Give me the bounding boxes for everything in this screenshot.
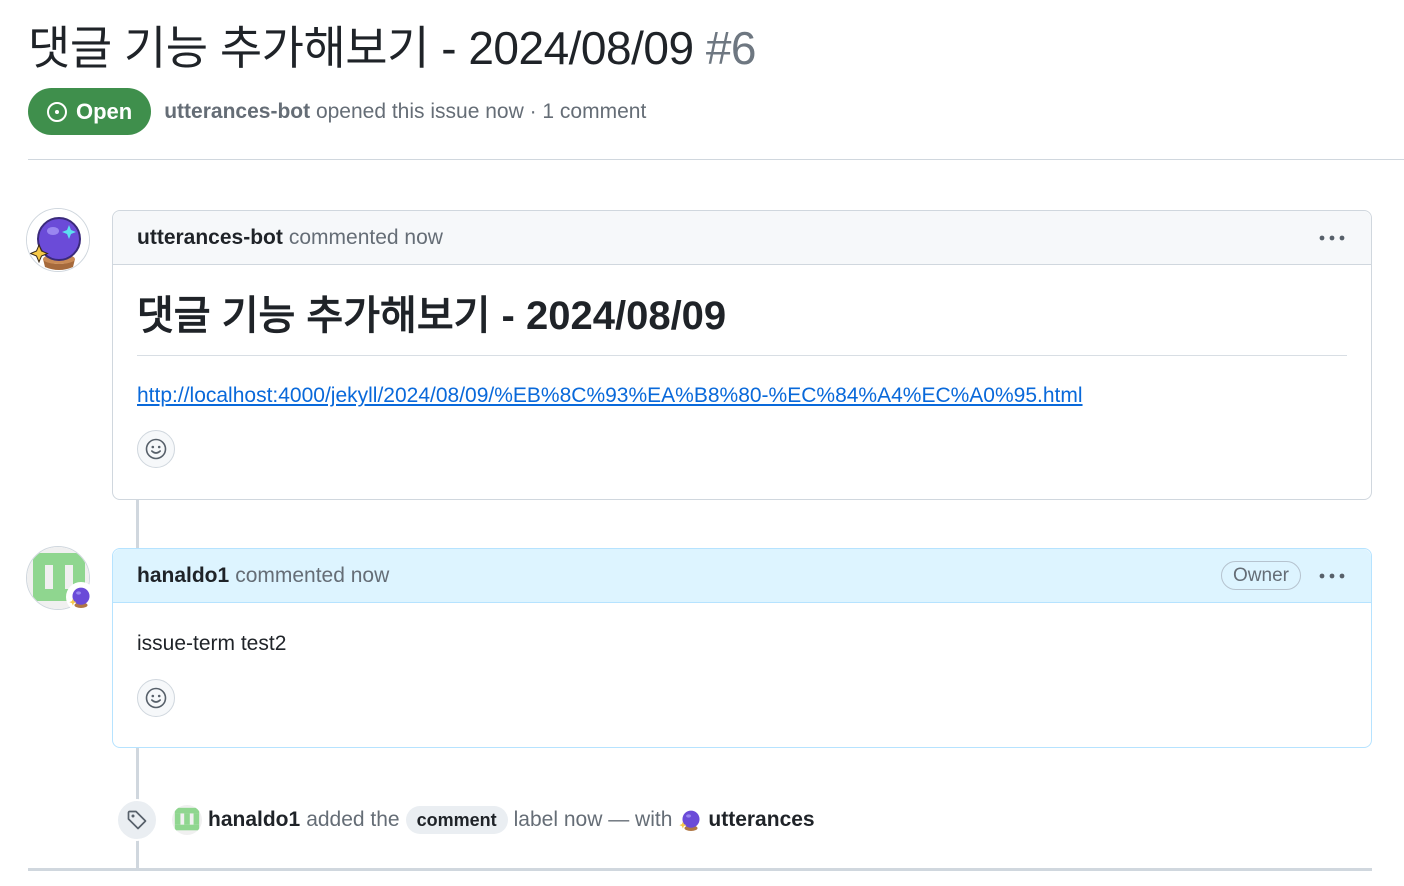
tag-icon-badge [116, 799, 158, 841]
comment-action: commented now [288, 225, 443, 249]
issue-meta-suffix: opened this issue now · 1 comment [315, 99, 647, 123]
event-added-text: added the [306, 808, 400, 831]
comment-text: issue-term test2 [137, 632, 287, 655]
bottom-divider [28, 868, 1372, 871]
label-event: hanaldo1 added the comment label now — w… [116, 799, 815, 841]
issue-title-text: 댓글 기능 추가해보기 - 2024/08/09 [28, 22, 694, 74]
issue-meta: Open utterances-bot opened this issue no… [28, 88, 646, 135]
kebab-menu-button[interactable] [1317, 566, 1347, 586]
post-url-link[interactable]: http://localhost:4000/jekyll/2024/08/09/… [137, 384, 1083, 408]
kebab-horizontal-icon [1319, 573, 1345, 578]
kebab-horizontal-icon [1319, 235, 1345, 240]
comment-body: issue-term test2 [113, 631, 1371, 717]
timeline-connector [136, 748, 139, 800]
hanaldo1-small-avatar[interactable] [172, 805, 202, 835]
utterances-bot-avatar[interactable] [26, 208, 90, 272]
comment-header: utterances-bot commented now [113, 211, 1371, 265]
comment-author-link[interactable]: utterances-bot [137, 226, 283, 250]
smiley-icon [145, 687, 167, 709]
event-actor-link[interactable]: hanaldo1 [208, 808, 300, 832]
issue-page: 댓글 기능 추가해보기 - 2024/08/09 #6 Open utteran… [0, 0, 1404, 886]
crystal-ball-icon [27, 209, 89, 271]
event-suffix-text: label now — with [513, 808, 673, 831]
issue-number: #6 [705, 22, 757, 74]
crystal-ball-icon [678, 807, 705, 833]
issue-title: 댓글 기능 추가해보기 - 2024/08/09 #6 [28, 18, 757, 78]
owner-badge: Owner [1221, 561, 1301, 590]
issue-author-link[interactable]: utterances-bot [164, 100, 310, 123]
comment-card: hanaldo1 commented now Owner issue-term … [112, 548, 1372, 748]
state-label: Open [76, 98, 133, 124]
tag-icon [127, 810, 147, 830]
crystal-ball-icon [68, 584, 94, 610]
add-reaction-button[interactable] [137, 679, 175, 717]
open-state-badge: Open [28, 88, 152, 135]
issue-opened-icon [47, 101, 67, 122]
utterances-app-badge [66, 582, 96, 612]
comment-header: hanaldo1 commented now Owner [113, 549, 1371, 603]
smiley-icon [145, 438, 167, 460]
comment-heading: 댓글 기능 추가해보기 - 2024/08/09 [137, 291, 1347, 356]
comment-action: commented now [235, 563, 390, 587]
kebab-menu-button[interactable] [1317, 228, 1347, 248]
timeline-connector [136, 840, 139, 868]
comment-body: 댓글 기능 추가해보기 - 2024/08/09 http://localhos… [113, 291, 1371, 468]
issue-meta-text: utterances-bot opened this issue now · 1… [164, 100, 646, 124]
comment-author-link[interactable]: hanaldo1 [137, 564, 229, 588]
add-reaction-button[interactable] [137, 430, 175, 468]
identicon-green [172, 805, 202, 835]
utterances-app-link[interactable]: utterances [708, 808, 814, 832]
timeline-connector [136, 500, 139, 548]
utterances-app-avatar[interactable] [678, 807, 705, 833]
comment-label[interactable]: comment [405, 806, 508, 834]
header-divider [28, 159, 1404, 160]
comment-card: utterances-bot commented now 댓글 기능 추가해보기… [112, 210, 1372, 500]
